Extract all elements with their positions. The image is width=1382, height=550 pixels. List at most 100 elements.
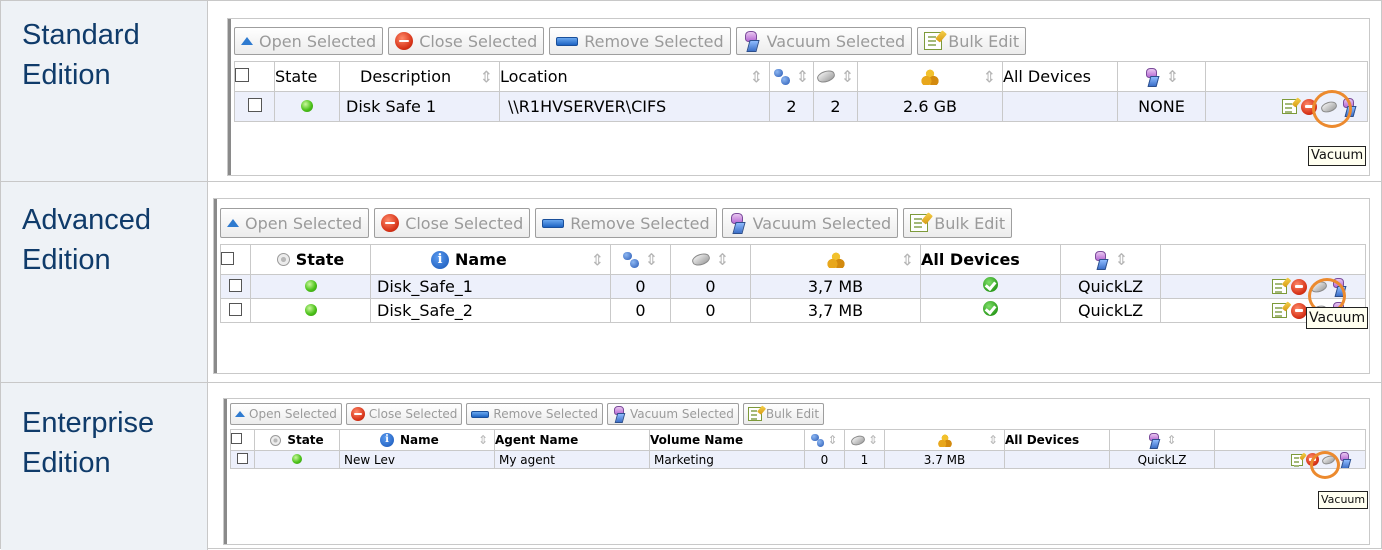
table-row[interactable]: Disk Safe 1 \\R1HVSERVER\CIFS 2 2 2.6 GB… (234, 91, 1368, 122)
state-header[interactable]: State (254, 429, 340, 451)
table-header-row: State i Name ⇕ ⇕ ⇕ ⇕ All Devices ⇕ (220, 244, 1366, 275)
vacuum-icon (743, 31, 761, 51)
agents-cell: 0 (610, 298, 671, 323)
row-select-cell[interactable] (220, 298, 251, 323)
row-checkbox[interactable] (229, 279, 242, 292)
table-row[interactable]: New Lev My agent Marketing 0 1 3.7 MB Qu… (230, 450, 1366, 469)
state-cell (274, 91, 340, 122)
actions-header (1205, 61, 1368, 92)
vacuum-selected-button[interactable]: Vacuum Selected (735, 27, 913, 55)
edit-icon[interactable] (1291, 453, 1303, 466)
description-header[interactable]: Description ⇕ (339, 61, 500, 92)
name-header[interactable]: i Name ⇕ (370, 244, 611, 275)
open-selected-label: Open Selected (259, 31, 377, 51)
volume-name-cell: Marketing (649, 450, 805, 469)
bulk-edit-button[interactable]: Bulk Edit (742, 403, 825, 425)
location-header-label: Location (500, 67, 568, 86)
select-all-checkbox[interactable] (231, 433, 242, 444)
agents-icon (773, 68, 790, 85)
close-selected-button[interactable]: Close Selected (388, 27, 545, 55)
open-selected-button[interactable]: Open Selected (220, 208, 370, 238)
row-select-cell[interactable] (234, 91, 275, 122)
select-all-checkbox[interactable] (221, 252, 234, 265)
remove-selected-label: Remove Selected (493, 407, 598, 421)
sort-icon: ⇕ (644, 250, 659, 269)
all-devices-header[interactable]: All Devices (1004, 429, 1110, 451)
size-header[interactable]: ⇕ (884, 429, 1005, 451)
disk-icon (690, 251, 712, 268)
agent-name-header[interactable]: Agent Name (494, 429, 650, 451)
vacuum-highlight-ring (1312, 90, 1352, 128)
advanced-edition-label-line2: Edition (22, 244, 111, 276)
vacuum-selected-label: Vacuum Selected (766, 31, 906, 51)
stop-icon[interactable] (1291, 278, 1307, 295)
close-selected-button[interactable]: Close Selected (374, 208, 531, 238)
remove-selected-button[interactable]: Remove Selected (535, 208, 717, 238)
size-header[interactable]: ⇕ (750, 244, 921, 275)
up-arrow-icon (235, 411, 245, 417)
select-all-checkbox[interactable] (235, 68, 249, 82)
size-cell: 3,7 MB (750, 298, 921, 323)
all-devices-header[interactable]: All Devices (920, 244, 1061, 275)
sort-icon: ⇕ (982, 67, 996, 86)
standard-edition-label: Standard Edition (1, 1, 208, 181)
open-selected-button[interactable]: Open Selected (230, 403, 342, 425)
table-row[interactable]: Disk_Safe_1 0 0 3,7 MB QuickLZ (220, 274, 1366, 299)
all-devices-header-label: All Devices (1005, 433, 1080, 447)
edit-icon[interactable] (1272, 279, 1287, 294)
vacuum-selected-button[interactable]: Vacuum Selected (606, 403, 739, 425)
close-selected-label: Close Selected (405, 213, 524, 233)
standard-disk-safe-table: State Description ⇕ Location ⇕ ⇕ ⇕ ⇕ All D… (234, 61, 1368, 122)
volume-name-header[interactable]: Volume Name (649, 429, 805, 451)
agents-header[interactable]: ⇕ (804, 429, 845, 451)
name-header[interactable]: i Name ⇕ (339, 429, 495, 451)
disks-header[interactable]: ⇕ (813, 61, 858, 92)
compression-header[interactable]: ⇕ (1109, 429, 1215, 451)
state-header-label: State (275, 67, 318, 86)
select-all-header[interactable] (234, 61, 275, 92)
disks-header[interactable]: ⇕ (670, 244, 751, 275)
disks-header[interactable]: ⇕ (844, 429, 885, 451)
close-selected-label: Close Selected (419, 31, 538, 51)
row-select-cell[interactable] (230, 450, 255, 469)
compression-header[interactable]: ⇕ (1117, 61, 1206, 92)
remove-selected-button[interactable]: Remove Selected (549, 27, 731, 55)
all-devices-header[interactable]: All Devices (1002, 61, 1118, 92)
compression-header[interactable]: ⇕ (1060, 244, 1161, 275)
row-checkbox[interactable] (229, 303, 242, 316)
stop-icon[interactable] (1291, 302, 1307, 319)
select-all-header[interactable] (220, 244, 251, 275)
bulk-edit-button[interactable]: Bulk Edit (917, 27, 1027, 55)
close-selected-button[interactable]: Close Selected (345, 403, 463, 425)
select-all-header[interactable] (230, 429, 255, 451)
row-checkbox[interactable] (237, 452, 248, 464)
edit-icon (924, 32, 943, 50)
agents-header[interactable]: ⇕ (769, 61, 814, 92)
compression-cell: NONE (1117, 91, 1206, 122)
bulk-edit-button[interactable]: Bulk Edit (903, 208, 1013, 238)
state-header[interactable]: State (250, 244, 371, 275)
open-selected-button[interactable]: Open Selected (234, 27, 384, 55)
edit-icon[interactable] (1282, 99, 1297, 114)
compression-cell: QuickLZ (1109, 450, 1215, 469)
state-cell (250, 274, 371, 299)
disks-cell: 0 (670, 298, 751, 323)
edit-icon[interactable] (1272, 303, 1287, 318)
agents-cell: 2 (769, 91, 814, 122)
size-header[interactable]: ⇕ (857, 61, 1003, 92)
row-checkbox[interactable] (247, 98, 262, 112)
size-icon (826, 251, 845, 268)
vacuum-tooltip: Vacuum (1306, 307, 1369, 329)
check-icon (983, 301, 998, 316)
vacuum-selected-label: Vacuum Selected (629, 407, 734, 421)
state-header[interactable]: State (274, 61, 340, 92)
remove-selected-button[interactable]: Remove Selected (466, 403, 603, 425)
agents-header[interactable]: ⇕ (610, 244, 671, 275)
row-select-cell[interactable] (220, 274, 251, 299)
table-row[interactable]: Disk_Safe_2 0 0 3,7 MB QuickLZ (220, 298, 1366, 323)
agents-cell: 0 (610, 274, 671, 299)
bulk-edit-label: Bulk Edit (765, 407, 820, 421)
location-header[interactable]: Location ⇕ (499, 61, 770, 92)
vacuum-selected-button[interactable]: Vacuum Selected (721, 208, 899, 238)
status-ok-icon (304, 280, 317, 292)
